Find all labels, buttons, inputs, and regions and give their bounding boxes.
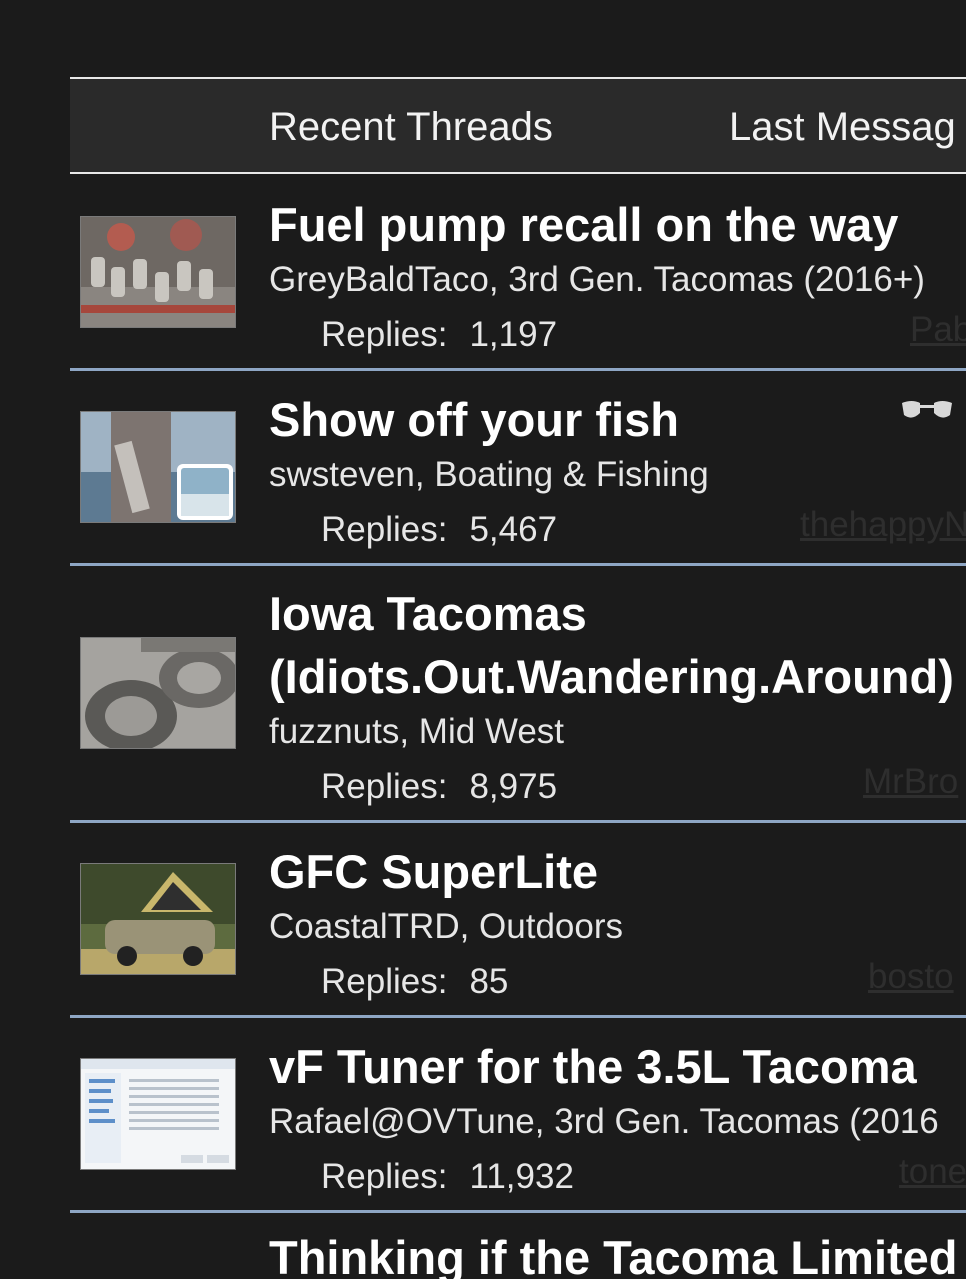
thread-replies: Replies: 11,932 [321, 1157, 574, 1197]
thread-row[interactable]: vF Tuner for the 3.5L Tacoma Rafael@OVTu… [70, 1018, 966, 1210]
thread-meta[interactable]: GreyBaldTaco, 3rd Gen. Tacomas (2016+) [269, 260, 925, 300]
replies-label: Replies: [321, 767, 448, 806]
thread-row[interactable]: Thinking if the Tacoma Limited [70, 1213, 966, 1279]
thread-row[interactable]: Iowa Tacomas (Idiots.Out.Wandering.Aroun… [70, 566, 966, 820]
replies-count: 8,975 [469, 767, 558, 806]
last-poster-link[interactable]: MrBro [863, 762, 958, 802]
thread-meta[interactable]: fuzznuts, Mid West [269, 712, 564, 752]
thread-thumbnail[interactable] [80, 863, 236, 975]
recent-threads-heading: Recent Threads [269, 105, 553, 149]
thread-title[interactable]: vF Tuner for the 3.5L Tacoma [269, 1036, 917, 1098]
thread-replies: Replies: 8,975 [321, 767, 557, 807]
thread-thumbnail[interactable] [80, 216, 236, 328]
thread-row[interactable]: Show off your fish swsteven, Boating & F… [70, 371, 966, 563]
replies-label: Replies: [321, 962, 448, 1001]
last-poster-link[interactable]: bosto [868, 957, 954, 997]
replies-label: Replies: [321, 510, 448, 549]
replies-label: Replies: [321, 1157, 448, 1196]
thread-title[interactable]: GFC SuperLite [269, 841, 598, 903]
thread-replies: Replies: 85 [321, 962, 508, 1002]
thread-thumbnail[interactable] [80, 1058, 236, 1170]
replies-label: Replies: [321, 315, 448, 354]
thread-row[interactable]: Fuel pump recall on the way GreyBaldTaco… [70, 176, 966, 368]
replies-count: 1,197 [469, 315, 558, 354]
threads-header: Recent Threads Last Messag [70, 77, 966, 174]
thread-replies: Replies: 1,197 [321, 315, 557, 355]
thread-meta[interactable]: Rafael@OVTune, 3rd Gen. Tacomas (2016 [269, 1102, 939, 1142]
last-poster-link[interactable]: thehappyN [800, 505, 966, 545]
thread-replies: Replies: 5,467 [321, 510, 557, 550]
replies-count: 11,932 [469, 1157, 574, 1196]
thread-title-line1[interactable]: Iowa Tacomas [269, 583, 587, 645]
thread-title[interactable]: Thinking if the Tacoma Limited [269, 1227, 958, 1279]
last-poster-link[interactable]: Pab [910, 310, 966, 350]
thread-thumbnail[interactable] [80, 637, 236, 749]
replies-count: 5,467 [469, 510, 558, 549]
thread-title-line2[interactable]: (Idiots.Out.Wandering.Around) [269, 646, 954, 708]
thread-title[interactable]: Fuel pump recall on the way [269, 194, 898, 256]
thread-title[interactable]: Show off your fish [269, 389, 679, 451]
thread-thumbnail[interactable] [80, 411, 236, 523]
sunglasses-icon [898, 395, 956, 434]
thread-meta[interactable]: swsteven, Boating & Fishing [269, 455, 709, 495]
thread-row[interactable]: GFC SuperLite CoastalTRD, Outdoors Repli… [70, 823, 966, 1015]
thread-meta[interactable]: CoastalTRD, Outdoors [269, 907, 623, 947]
replies-count: 85 [469, 962, 509, 1001]
last-poster-link[interactable]: tone [899, 1152, 966, 1192]
last-message-heading: Last Messag [729, 105, 956, 149]
